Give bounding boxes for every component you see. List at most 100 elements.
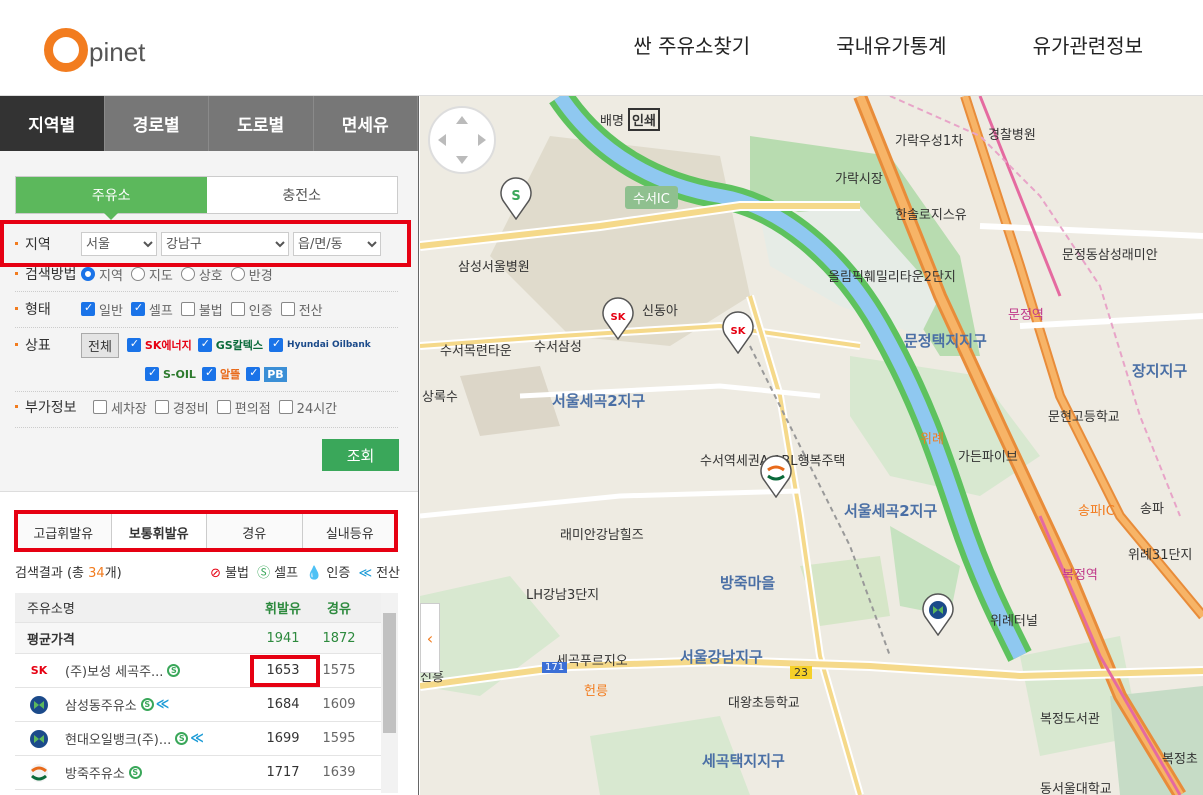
table-row[interactable]: 삼성동주유소 S ≪ 1684 1609 bbox=[15, 688, 398, 722]
map-label: 삼성서울병원 bbox=[458, 260, 530, 275]
legend: ⊘ 불법 Ⓢ 셀프 💧 인증 ≪ 전산 bbox=[210, 566, 400, 581]
map-label: 래미안강남힐즈 bbox=[560, 528, 644, 543]
map-label: 가락우성1차 bbox=[895, 134, 964, 149]
map-label: 문현고등학교 bbox=[1048, 410, 1120, 425]
computerized-icon: ≪ bbox=[358, 566, 373, 581]
table-row[interactable]: SK (주)보성 세곡주... S 1653 1575 bbox=[15, 654, 398, 688]
radio-radius[interactable]: 반경 bbox=[230, 265, 273, 284]
map-label: 경찰병원 bbox=[988, 128, 1036, 143]
check-hyundai[interactable]: Hyundai Oilbank bbox=[269, 337, 371, 352]
check-altteul[interactable]: 알뜰 bbox=[201, 366, 240, 382]
check-self[interactable]: 셀프 bbox=[130, 300, 173, 319]
gasoline-price: 1684 bbox=[266, 697, 300, 712]
map-label-ic: 위례 bbox=[920, 432, 944, 447]
radio-name[interactable]: 상호 bbox=[180, 265, 223, 284]
brand-row-2: S-OIL 알뜰 PB bbox=[15, 361, 398, 387]
diesel-price: 1609 bbox=[322, 697, 356, 712]
search-form: 주유소 충전소 지역 서울 강남구 읍/면/동 검색방법 지역 지도 상호 반경… bbox=[0, 151, 418, 492]
divider bbox=[15, 391, 398, 392]
check-24h[interactable]: 24시간 bbox=[278, 398, 337, 417]
check-computerized[interactable]: 전산 bbox=[280, 300, 323, 319]
station-name[interactable]: (주)보성 세곡주... bbox=[65, 661, 163, 680]
map-label: 동서울대학교 bbox=[1040, 782, 1112, 795]
map-label: 복정도서관 bbox=[1040, 712, 1100, 727]
check-carwash[interactable]: 세차장 bbox=[93, 398, 147, 417]
collapse-panel-button[interactable]: ‹ bbox=[420, 603, 440, 673]
nav-cheap-station[interactable]: 싼 주유소찾기 bbox=[633, 30, 750, 59]
col-diesel[interactable]: 경유 bbox=[311, 598, 367, 617]
avg-label: 평균가격 bbox=[27, 632, 75, 648]
svg-text:SK: SK bbox=[611, 312, 627, 323]
scrollbar-thumb[interactable] bbox=[383, 613, 396, 733]
nav-price-info[interactable]: 유가관련정보 bbox=[1033, 30, 1143, 59]
check-convenience[interactable]: 편의점 bbox=[216, 398, 271, 417]
gs-station-pin-icon[interactable] bbox=[758, 454, 794, 498]
map-label: 상록수 bbox=[422, 390, 458, 405]
check-maintenance[interactable]: 경정비 bbox=[154, 398, 209, 417]
nav-domestic-stats[interactable]: 국내유가통계 bbox=[836, 30, 946, 59]
check-illegal[interactable]: 불법 bbox=[180, 300, 223, 319]
radio-map[interactable]: 지도 bbox=[130, 265, 173, 284]
station-type-tabs: 주유소 충전소 bbox=[15, 176, 398, 220]
map-view[interactable]: 배명 인쇄 가락우성1차 경찰병원 가락시장 한솔로지스유 수서IC 삼성서울병… bbox=[420, 96, 1203, 795]
map-label-district: 방죽마을 bbox=[720, 574, 776, 592]
map-label-station: 복정역 bbox=[1062, 568, 1098, 583]
hyundai-logo-icon bbox=[27, 729, 51, 749]
hyundai-logo-icon bbox=[27, 695, 51, 715]
all-brands-button[interactable]: 전체 bbox=[81, 332, 119, 358]
check-soil[interactable]: S-OIL bbox=[145, 366, 196, 381]
self-icon: Ⓢ bbox=[257, 566, 271, 581]
radio-region[interactable]: 지역 bbox=[81, 265, 123, 284]
check-certified[interactable]: 인증 bbox=[230, 300, 273, 319]
check-sk[interactable]: SK에너지 bbox=[126, 337, 192, 353]
map-label-station: 문정역 bbox=[1008, 308, 1044, 323]
map-label: 복정초 bbox=[1162, 752, 1198, 767]
map-label-district: 장지지구 bbox=[1132, 362, 1188, 380]
map-label-ic: 송파IC bbox=[1078, 504, 1115, 519]
check-general[interactable]: 일반 bbox=[81, 300, 123, 319]
sk-station-pin-icon[interactable]: SK bbox=[720, 310, 756, 354]
brand-row-1: 상표 전체 SK에너지 GS칼텍스 Hyundai Oilbank bbox=[15, 331, 398, 359]
self-icon: S bbox=[140, 698, 154, 711]
highlight-price bbox=[250, 655, 320, 687]
opinet-logo[interactable]: pinet bbox=[44, 22, 145, 72]
map-label-district: 서울강남지구 bbox=[680, 648, 763, 666]
station-name[interactable]: 현대오일뱅크(주)... bbox=[65, 729, 171, 748]
map-label-district: 서울세곡2지구 bbox=[844, 502, 938, 520]
map-label: 올림픽훼밀리타운2단지 bbox=[828, 270, 956, 285]
extra-row: 부가정보 세차장 경정비 편의점 24시간 bbox=[15, 393, 398, 421]
map-label: 한솔로지스유 bbox=[895, 208, 967, 223]
map-label: 신동아 bbox=[642, 304, 678, 319]
sk-station-pin-icon[interactable]: SK bbox=[600, 296, 636, 340]
table-row[interactable]: 현대오일뱅크(주)... S ≪ 1699 1595 bbox=[15, 722, 398, 756]
station-name[interactable]: 방죽주유소 bbox=[65, 763, 125, 782]
tab-route[interactable]: 경로별 bbox=[105, 96, 209, 151]
map-label: 위례31단지 bbox=[1128, 548, 1193, 563]
tab-charging-station[interactable]: 충전소 bbox=[207, 177, 398, 213]
tab-road[interactable]: 도로별 bbox=[209, 96, 314, 151]
map-pan-control[interactable] bbox=[428, 106, 496, 174]
table-header: 주유소명 휘발유 경유 bbox=[15, 593, 398, 623]
avg-row: 평균가격 1941 1872 bbox=[15, 623, 398, 654]
check-gs[interactable]: GS칼텍스 bbox=[197, 337, 263, 353]
diesel-price: 1639 bbox=[322, 765, 356, 780]
tab-taxfree[interactable]: 면세유 bbox=[314, 96, 418, 151]
map-label: 송파 bbox=[1140, 502, 1164, 517]
type-row: 형태 일반 셀프 불법 인증 전산 bbox=[15, 295, 398, 323]
station-name[interactable]: 삼성동주유소 bbox=[65, 695, 137, 714]
self-icon: S bbox=[167, 664, 181, 677]
gs-station-pin-icon[interactable]: S bbox=[498, 176, 534, 220]
col-name[interactable]: 주유소명 bbox=[15, 598, 255, 617]
diesel-price: 1595 bbox=[322, 731, 356, 746]
brand-label: 상표 bbox=[15, 335, 81, 355]
search-button[interactable]: 조회 bbox=[322, 439, 399, 471]
hyundai-station-pin-icon[interactable] bbox=[920, 592, 956, 636]
check-pb[interactable]: PB bbox=[246, 366, 287, 382]
table-row[interactable]: 방죽주유소 S 1717 1639 bbox=[15, 756, 398, 790]
col-gasoline[interactable]: 휘발유 bbox=[255, 598, 311, 617]
table-scrollbar[interactable] bbox=[381, 593, 398, 793]
tab-gas-station[interactable]: 주유소 bbox=[16, 177, 207, 220]
map-label: 위례터널 bbox=[990, 614, 1038, 629]
tab-region[interactable]: 지역별 bbox=[0, 96, 105, 151]
divider bbox=[15, 291, 398, 292]
